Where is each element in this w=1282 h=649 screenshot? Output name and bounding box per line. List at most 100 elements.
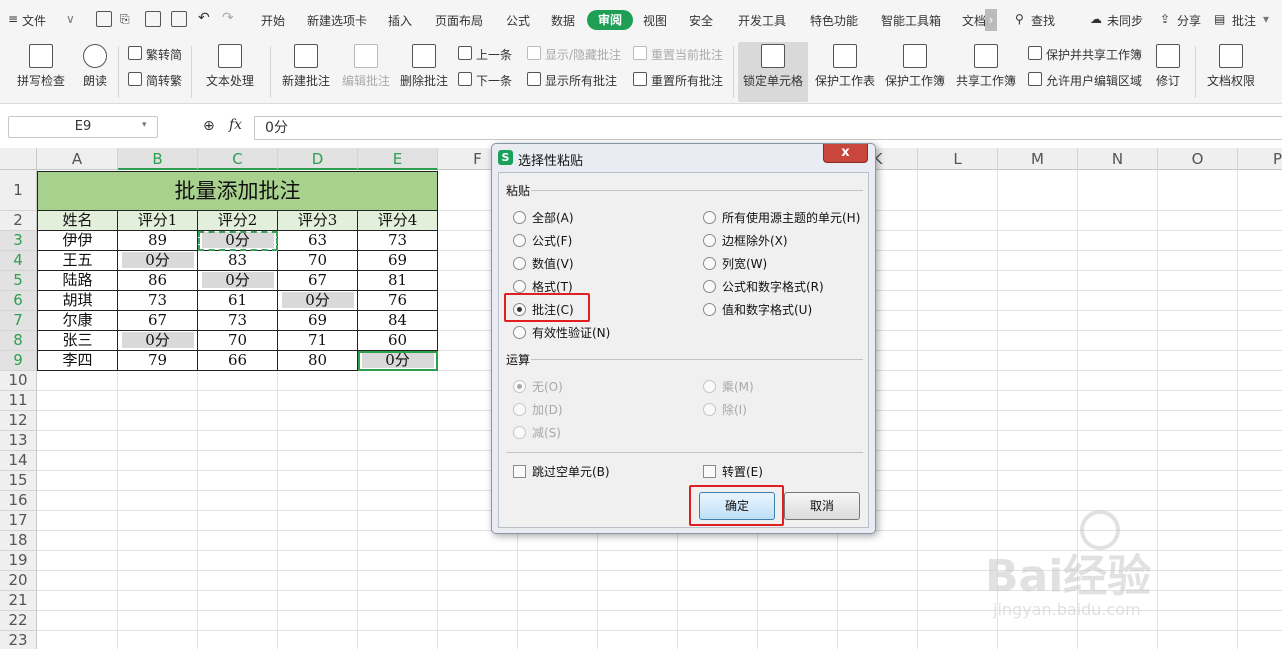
tab-smart-tools[interactable]: 智能工具箱 (881, 12, 941, 29)
tab-home[interactable]: 开始 (261, 12, 285, 29)
row-header[interactable]: 18 (0, 531, 37, 551)
row-header[interactable]: 23 (0, 631, 37, 649)
text-process-button[interactable]: 文本处理 (198, 44, 262, 89)
row-header[interactable]: 5 (0, 271, 37, 291)
show-all-comments-button[interactable]: 显示所有批注 (527, 72, 617, 89)
tab-developer[interactable]: 开发工具 (738, 12, 786, 29)
name-box[interactable]: E9 (8, 116, 158, 138)
share-workbook-button[interactable]: 共享工作簿 (953, 44, 1019, 89)
table-cell[interactable]: 评分2 (198, 211, 278, 231)
next-comment-button[interactable]: 下一条 (458, 72, 512, 89)
table-cell[interactable]: 70 (278, 251, 358, 271)
row-header[interactable]: 20 (0, 571, 37, 591)
row-header[interactable]: 12 (0, 411, 37, 431)
cloud-sync-icon[interactable]: ☁ (1090, 12, 1102, 26)
row-header[interactable]: 13 (0, 431, 37, 451)
radio-paste-source-theme[interactable]: 所有使用源主题的单元(H) (703, 211, 860, 225)
row-header[interactable]: 17 (0, 511, 37, 531)
tab-data[interactable]: 数据 (551, 12, 575, 29)
table-cell[interactable]: 李四 (37, 351, 118, 371)
table-cell[interactable]: 0分 (358, 351, 438, 371)
row-header[interactable]: 9 (0, 351, 37, 371)
comment-menu-button[interactable]: 批注 (1232, 12, 1256, 29)
row-header[interactable]: 2 (0, 211, 37, 231)
row-header[interactable]: 19 (0, 551, 37, 571)
row-header[interactable]: 16 (0, 491, 37, 511)
column-header[interactable]: L (918, 148, 998, 170)
protect-share-workbook-button[interactable]: 保护并共享工作簿 (1028, 46, 1142, 63)
sync-status[interactable]: 未同步 (1107, 12, 1143, 29)
table-cell[interactable]: 67 (118, 311, 198, 331)
column-header[interactable]: D (278, 148, 358, 170)
print-icon[interactable] (145, 11, 161, 27)
chevron-down-icon[interactable]: ▾ (142, 120, 147, 130)
radio-paste-all[interactable]: 全部(A) (513, 211, 574, 225)
table-cell[interactable]: 0分 (118, 331, 198, 351)
radio-paste-values-number-formats[interactable]: 值和数字格式(U) (703, 303, 812, 317)
skip-blanks-checkbox[interactable]: 跳过空单元(B) (513, 465, 610, 479)
column-header[interactable]: B (118, 148, 198, 170)
spell-check-button[interactable]: 拼写检查 (10, 44, 72, 89)
radio-paste-validation[interactable]: 有效性验证(N) (513, 326, 610, 340)
radio-paste-column-widths[interactable]: 列宽(W) (703, 257, 767, 271)
file-menu[interactable]: 文件 (22, 12, 46, 29)
radio-op-none[interactable]: 无(O) (513, 380, 563, 394)
tab-document[interactable]: 文档 (962, 12, 986, 29)
table-cell[interactable]: 0分 (278, 291, 358, 311)
column-header[interactable]: P (1238, 148, 1282, 170)
column-header[interactable]: A (37, 148, 118, 170)
table-cell[interactable]: 评分3 (278, 211, 358, 231)
table-cell[interactable]: 79 (118, 351, 198, 371)
tabs-scroll-right-icon[interactable]: › (985, 9, 997, 31)
cancel-button[interactable]: 取消 (784, 492, 860, 520)
print-preview-icon[interactable] (171, 11, 187, 27)
table-cell[interactable]: 69 (358, 251, 438, 271)
column-header[interactable]: O (1158, 148, 1238, 170)
transpose-checkbox[interactable]: 转置(E) (703, 465, 763, 479)
reset-all-comments-button[interactable]: 重置所有批注 (633, 72, 723, 89)
tab-formulas[interactable]: 公式 (506, 12, 530, 29)
comment-icon[interactable]: ▤ (1214, 12, 1225, 26)
save-icon[interactable] (96, 11, 112, 27)
table-cell[interactable]: 86 (118, 271, 198, 291)
tab-new[interactable]: 新建选项卡 (307, 12, 367, 29)
protect-workbook-button[interactable]: 保护工作簿 (882, 44, 948, 89)
table-cell[interactable]: 66 (198, 351, 278, 371)
row-header[interactable]: 6 (0, 291, 37, 311)
table-cell[interactable]: 70 (198, 331, 278, 351)
table-cell[interactable]: 73 (198, 311, 278, 331)
simp-to-trad-button[interactable]: 简转繁 (128, 72, 182, 89)
radio-op-divide[interactable]: 除(I) (703, 403, 747, 417)
table-cell[interactable]: 伊伊 (37, 231, 118, 251)
dialog-titlebar[interactable]: S 选择性粘贴 x (492, 144, 875, 174)
edit-comment-button[interactable]: 编辑批注 (338, 44, 394, 89)
table-cell[interactable]: 0分 (198, 271, 278, 291)
undo-icon[interactable]: ↶ (198, 10, 210, 26)
chevron-down-icon[interactable]: ∨ (66, 12, 75, 26)
hamburger-icon[interactable]: ≡ (8, 12, 18, 26)
table-cell[interactable]: 63 (278, 231, 358, 251)
tab-review[interactable]: 审阅 (587, 10, 633, 30)
fx-icon[interactable]: fx (229, 117, 242, 133)
revisions-button[interactable]: 修订 (1148, 44, 1188, 89)
table-cell[interactable]: 81 (358, 271, 438, 291)
select-all-corner[interactable] (0, 148, 37, 170)
show-hide-comment-button[interactable]: 显示/隐藏批注 (527, 46, 621, 63)
table-cell[interactable]: 尔康 (37, 311, 118, 331)
row-header[interactable]: 22 (0, 611, 37, 631)
row-header[interactable]: 4 (0, 251, 37, 271)
column-header[interactable]: E (358, 148, 438, 170)
tab-page-layout[interactable]: 页面布局 (435, 12, 483, 29)
radio-op-multiply[interactable]: 乘(M) (703, 380, 754, 394)
table-cell[interactable]: 71 (278, 331, 358, 351)
table-cell[interactable]: 73 (358, 231, 438, 251)
read-aloud-button[interactable]: 朗读 (78, 44, 112, 89)
table-cell[interactable]: 80 (278, 351, 358, 371)
protect-sheet-button[interactable]: 保护工作表 (812, 44, 878, 89)
new-comment-button[interactable]: 新建批注 (278, 44, 334, 89)
table-cell[interactable]: 陆路 (37, 271, 118, 291)
row-header[interactable]: 8 (0, 331, 37, 351)
radio-paste-formulas[interactable]: 公式(F) (513, 234, 572, 248)
redo-icon[interactable]: ↷ (222, 10, 234, 26)
table-cell[interactable]: 评分1 (118, 211, 198, 231)
